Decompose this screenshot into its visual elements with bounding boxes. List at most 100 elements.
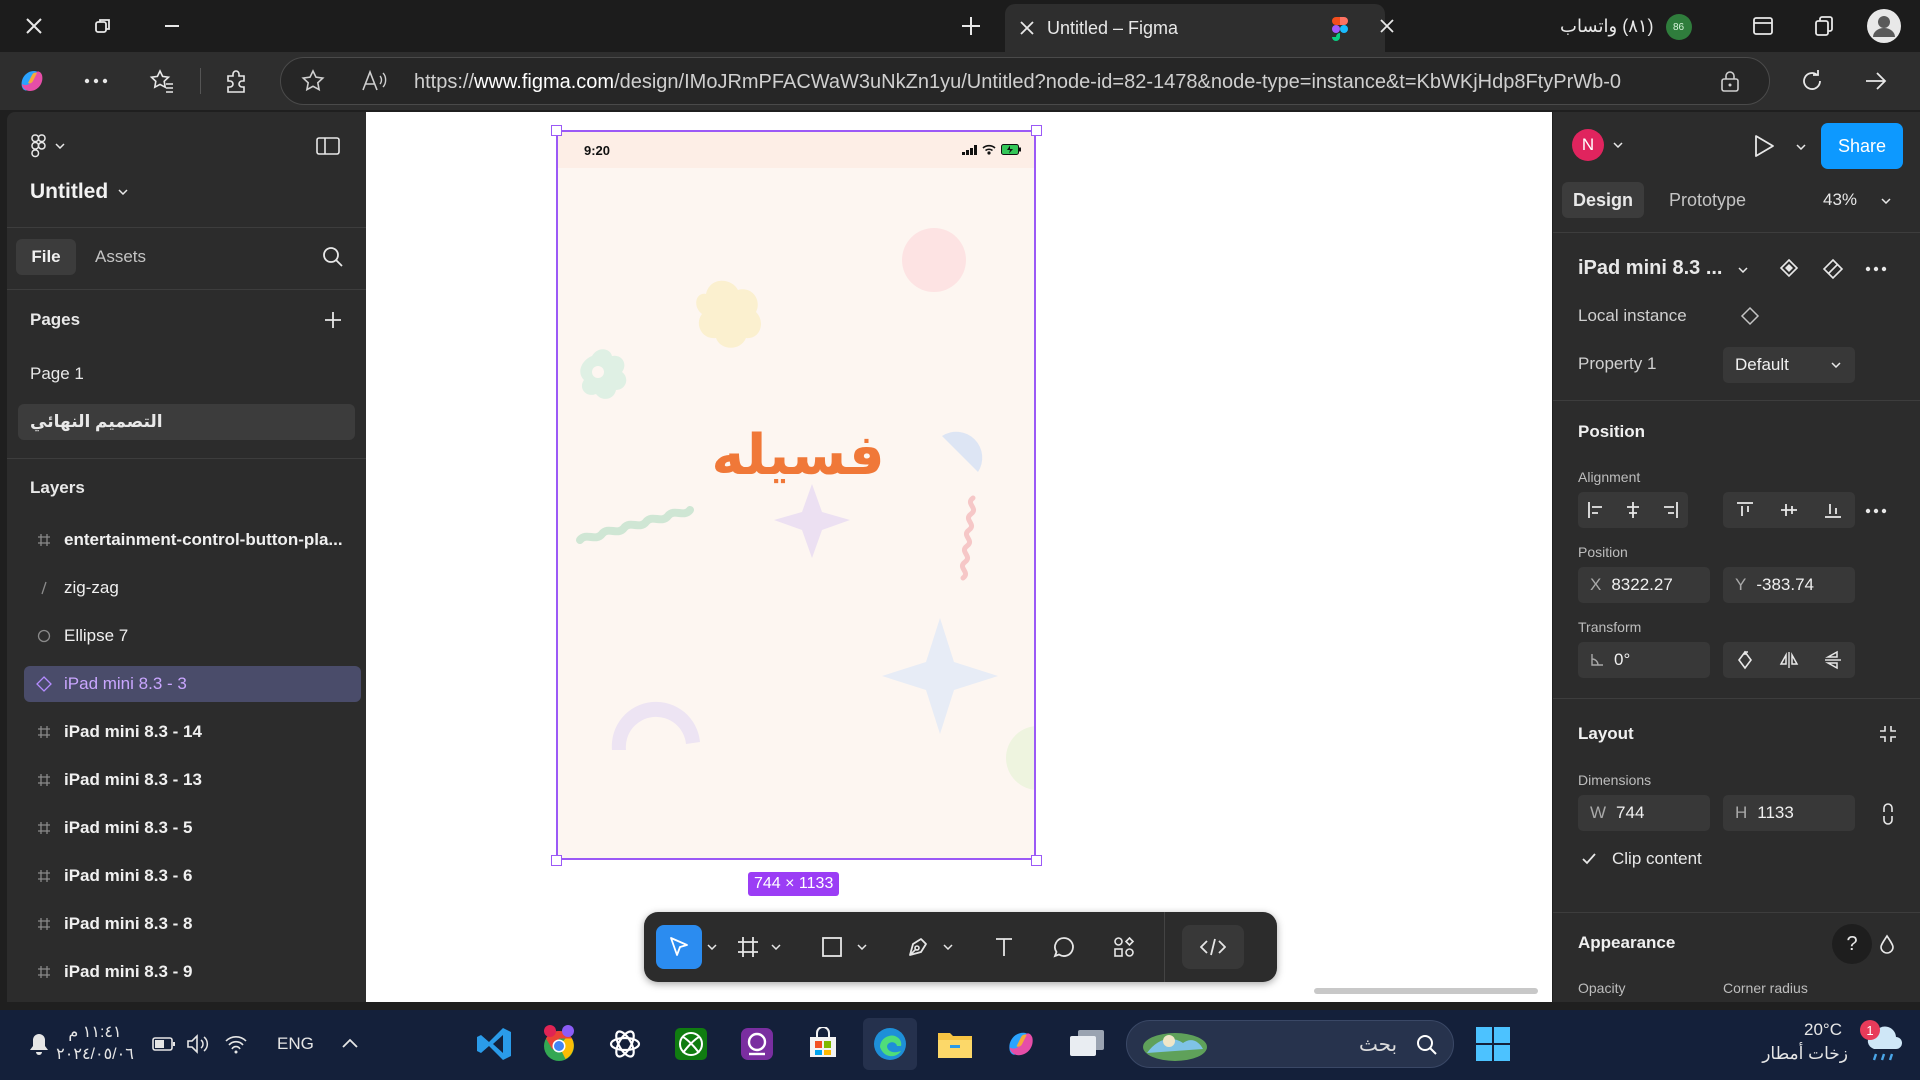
align-middle-icon[interactable] bbox=[1779, 500, 1799, 520]
collapse-layout-icon[interactable] bbox=[1878, 724, 1898, 744]
forward-arrow-icon[interactable] bbox=[1858, 63, 1894, 99]
shape-tool-button[interactable] bbox=[812, 925, 852, 969]
component-name[interactable]: iPad mini 8.3 ... bbox=[1578, 257, 1723, 280]
resize-handle[interactable] bbox=[1031, 855, 1042, 866]
align-bottom-icon[interactable] bbox=[1823, 500, 1843, 520]
chevron-down-icon[interactable] bbox=[854, 925, 870, 969]
layer-item[interactable]: zig-zag bbox=[24, 570, 361, 606]
read-aloud-icon[interactable] bbox=[361, 70, 387, 92]
tab-assets[interactable]: Assets bbox=[95, 247, 146, 267]
language-indicator[interactable]: ENG bbox=[277, 1034, 314, 1054]
constrain-proportions-icon[interactable] bbox=[1879, 802, 1897, 826]
layer-item[interactable]: entertainment-control-button-pla... bbox=[24, 522, 361, 558]
x-position-input[interactable]: X 8322.27 bbox=[1578, 567, 1710, 603]
align-center-h-icon[interactable] bbox=[1623, 500, 1643, 520]
rotation-input[interactable]: 0° bbox=[1578, 642, 1710, 678]
present-play-icon[interactable] bbox=[1753, 134, 1775, 158]
notification-bell-icon[interactable] bbox=[28, 1032, 50, 1056]
width-input[interactable]: W 744 bbox=[1578, 795, 1710, 831]
tab-design[interactable]: Design bbox=[1562, 182, 1644, 218]
extensions-icon[interactable] bbox=[218, 63, 254, 99]
add-page-icon[interactable] bbox=[323, 310, 343, 330]
help-button[interactable]: ? bbox=[1832, 924, 1872, 964]
chevron-down-icon[interactable] bbox=[768, 925, 784, 969]
resize-handle[interactable] bbox=[551, 125, 562, 136]
share-button[interactable]: Share bbox=[1821, 123, 1903, 169]
layer-item-selected[interactable]: iPad mini 8.3 - 3 bbox=[24, 666, 361, 702]
comment-tool-button[interactable] bbox=[1044, 925, 1084, 969]
chevron-up-icon[interactable] bbox=[342, 1038, 358, 1048]
tab-whatsapp[interactable]: 86 (٨١) واتساب bbox=[1560, 8, 1698, 44]
add-favorite-star-icon[interactable] bbox=[301, 69, 325, 93]
go-to-main-component-icon[interactable] bbox=[1779, 258, 1799, 278]
xbox-icon[interactable] bbox=[669, 1022, 713, 1066]
chevron-down-icon[interactable] bbox=[940, 925, 956, 969]
close-figma-tab-icon[interactable] bbox=[1369, 8, 1405, 44]
refresh-icon[interactable] bbox=[1794, 63, 1830, 99]
layer-item[interactable]: Ellipse 7 bbox=[24, 618, 361, 654]
volume-icon[interactable] bbox=[186, 1033, 210, 1055]
photo-app-icon[interactable] bbox=[735, 1022, 779, 1066]
close-tab-icon[interactable] bbox=[1019, 20, 1035, 36]
layer-item[interactable]: iPad mini 8.3 - 9 bbox=[24, 954, 361, 990]
layer-item[interactable]: iPad mini 8.3 - 8 bbox=[24, 906, 361, 942]
file-explorer-icon[interactable] bbox=[933, 1022, 977, 1066]
ipad-mini-frame[interactable]: 9:20 فسيله bbox=[556, 130, 1036, 860]
favorites-icon[interactable] bbox=[144, 63, 180, 99]
y-position-input[interactable]: Y -383.74 bbox=[1723, 567, 1855, 603]
multitask-window-icon[interactable] bbox=[1065, 1022, 1109, 1066]
detach-instance-icon[interactable] bbox=[1822, 258, 1844, 280]
tab-figma[interactable]: Untitled – Figma bbox=[1005, 4, 1385, 52]
more-options-icon[interactable] bbox=[1865, 508, 1887, 514]
zoom-level[interactable]: 43% bbox=[1823, 190, 1857, 210]
edge-icon[interactable] bbox=[863, 1018, 917, 1070]
layer-item[interactable]: iPad mini 8.3 - 13 bbox=[24, 762, 361, 798]
property-dropdown[interactable]: Default bbox=[1723, 347, 1855, 383]
layer-item[interactable]: iPad mini 8.3 - 5 bbox=[24, 810, 361, 846]
align-left-icon[interactable] bbox=[1586, 500, 1606, 520]
chatgpt-icon[interactable] bbox=[603, 1022, 647, 1066]
dev-mode-toggle[interactable] bbox=[1182, 925, 1244, 969]
panel-toggle-icon[interactable] bbox=[316, 136, 340, 156]
chevron-down-icon[interactable] bbox=[704, 925, 720, 969]
user-avatar[interactable]: N bbox=[1572, 129, 1604, 161]
design-canvas[interactable]: 9:20 فسيله 744 × 1133 bbox=[366, 112, 1552, 1002]
taskbar-search-box[interactable]: بحث bbox=[1126, 1020, 1454, 1068]
resources-tool-button[interactable] bbox=[1104, 925, 1144, 969]
flip-horizontal-icon[interactable] bbox=[1779, 650, 1799, 670]
close-window-icon[interactable] bbox=[16, 8, 52, 44]
new-tab-icon[interactable] bbox=[953, 8, 989, 44]
height-input[interactable]: H 1133 bbox=[1723, 795, 1855, 831]
file-name-button[interactable]: Untitled bbox=[30, 180, 128, 204]
vscode-icon[interactable] bbox=[472, 1022, 516, 1066]
wifi-icon[interactable] bbox=[224, 1034, 248, 1054]
clock-time[interactable]: ١١:٤١ م bbox=[60, 1022, 130, 1042]
horizontal-scrollbar[interactable] bbox=[1314, 988, 1538, 994]
windows-start-icon[interactable] bbox=[1471, 1022, 1515, 1066]
sidebar-toggle-icon[interactable] bbox=[1745, 8, 1781, 44]
copilot-icon[interactable] bbox=[14, 63, 50, 99]
chrome-icon[interactable] bbox=[537, 1022, 581, 1066]
pen-tool-button[interactable] bbox=[898, 925, 938, 969]
align-top-icon[interactable] bbox=[1735, 500, 1755, 520]
rotate-90-icon[interactable] bbox=[1735, 650, 1755, 670]
restore-window-icon[interactable] bbox=[85, 8, 121, 44]
page-item-page-1[interactable]: Page 1 bbox=[30, 364, 84, 384]
page-item-final-design[interactable]: التصميم النهائي bbox=[18, 404, 355, 440]
flip-vertical-icon[interactable] bbox=[1823, 650, 1843, 670]
layer-item[interactable]: iPad mini 8.3 - 14 bbox=[24, 714, 361, 750]
lock-icon[interactable] bbox=[1719, 69, 1741, 93]
weather-rain-icon[interactable]: 1 bbox=[1860, 1020, 1906, 1064]
profile-avatar-icon[interactable] bbox=[1866, 8, 1902, 44]
resize-handle[interactable] bbox=[1031, 125, 1042, 136]
move-tool-button[interactable] bbox=[656, 925, 702, 969]
clip-content-checkbox[interactable]: Clip content bbox=[1578, 848, 1702, 870]
search-icon[interactable] bbox=[322, 246, 344, 268]
battery-icon[interactable] bbox=[152, 1036, 176, 1052]
more-options-icon[interactable] bbox=[78, 63, 114, 99]
weather-description[interactable]: زخات أمطار bbox=[1758, 1044, 1848, 1064]
clock-date[interactable]: ٢٠٢٤/٠٥/٠٦ bbox=[56, 1044, 134, 1064]
layer-item[interactable]: iPad mini 8.3 - 6 bbox=[24, 858, 361, 894]
microsoft-store-icon[interactable] bbox=[801, 1022, 845, 1066]
workspaces-icon[interactable] bbox=[1806, 8, 1842, 44]
